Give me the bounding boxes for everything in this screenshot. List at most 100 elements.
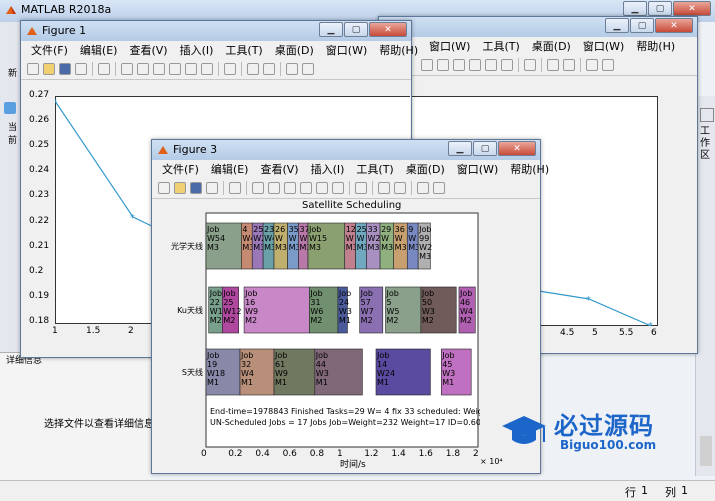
show-plot-tools-icon[interactable] [602,59,614,71]
figure-2-titlebar: ▁ ▢ ✕ [379,17,697,37]
rotate-icon[interactable] [300,182,312,194]
rotate-icon[interactable] [169,63,181,75]
status-bar: 行 1 列 1 [0,480,715,501]
pan-icon[interactable] [284,182,296,194]
menu-window[interactable]: 窗口(W) [320,42,373,58]
figure-3-menubar: 文件(F) 编辑(E) 查看(V) 插入(I) 工具(T) 桌面(D) 窗口(W… [152,160,549,178]
menu-help[interactable]: 帮助(H) [504,161,555,177]
minimize-button[interactable]: ▁ [623,1,647,16]
brush-icon[interactable] [332,182,344,194]
workspace-icon[interactable] [700,108,714,122]
menu-help[interactable]: 帮助(H) [630,38,681,54]
minimize-button[interactable]: ▁ [605,18,629,33]
colorbar-icon[interactable] [547,59,559,71]
close-button[interactable]: ✕ [498,141,536,156]
menu-window[interactable]: 窗口(W) [423,38,476,54]
data-cursor-icon[interactable] [316,182,328,194]
zoom-out-icon[interactable] [268,182,280,194]
menu-help[interactable]: 帮助(H) [373,42,424,58]
workspace-label: 工作区 [700,126,710,161]
menu-tools[interactable]: 工具(T) [476,38,525,54]
menu-edit[interactable]: 编辑(E) [74,42,124,58]
print-icon[interactable] [75,63,87,75]
legend-icon[interactable] [263,63,275,75]
gantt-task-label: Job 61 W9 M1 [274,351,288,387]
maximize-button[interactable]: ▢ [473,141,497,156]
save-icon[interactable] [59,63,71,75]
right-scrollbar[interactable] [700,436,712,466]
menu-desktop[interactable]: 桌面(D) [400,161,451,177]
minimize-button[interactable]: ▁ [319,22,343,37]
menu-insert[interactable]: 插入(I) [305,161,351,177]
gantt-summary-line-2: UN-Scheduled Jobs = 17 Jobs Job=Weight=2… [210,418,480,427]
x-tick: 0.6 [282,449,297,459]
zoom-out-icon[interactable] [137,63,149,75]
colorbar-icon[interactable] [378,182,390,194]
brush-icon[interactable] [501,59,513,71]
hide-plot-tools-icon[interactable] [417,182,429,194]
link-icon[interactable] [355,182,367,194]
pan-icon[interactable] [453,59,465,71]
menu-window-2[interactable]: 窗口(W) [577,38,630,54]
menu-file[interactable]: 文件(F) [156,161,205,177]
show-plot-tools-icon[interactable] [433,182,445,194]
zoom-in-icon[interactable] [121,63,133,75]
hide-plot-tools-icon[interactable] [586,59,598,71]
y-tick: 0.18 [29,316,50,326]
legend-icon[interactable] [394,182,406,194]
data-cursor-icon[interactable] [185,63,197,75]
menu-file[interactable]: 文件(F) [25,42,74,58]
graduation-cap-icon [502,416,546,444]
y-tick: 0.24 [29,165,50,176]
rotate-icon[interactable] [469,59,481,71]
menu-tools[interactable]: 工具(T) [350,161,399,177]
zoom-in-icon[interactable] [421,59,433,71]
colorbar-icon[interactable] [247,63,259,75]
figure-1-title: Figure 1 [42,24,87,37]
gantt-task-label: Job 44 W3 M1 [315,351,329,387]
new-figure-icon[interactable] [158,182,170,194]
brush-icon[interactable] [201,63,213,75]
menu-window[interactable]: 窗口(W) [451,161,504,177]
maximize-button[interactable]: ▢ [630,18,654,33]
back-arrow-icon[interactable] [4,102,16,114]
status-col-label: 列 [665,486,676,499]
close-button[interactable]: ✕ [369,22,407,37]
y-tick: 0.23 [29,190,50,201]
maximize-button[interactable]: ▢ [344,22,368,37]
zoom-in-icon[interactable] [252,182,264,194]
pointer-icon[interactable] [229,182,241,194]
new-figure-icon[interactable] [27,63,39,75]
open-icon[interactable] [174,182,186,194]
x-tick: 1.4 [391,449,406,459]
link-icon[interactable] [224,63,236,75]
close-button[interactable]: ✕ [673,1,711,16]
print-icon[interactable] [206,182,218,194]
y-tick: 0.2 [29,265,44,276]
data-cursor-icon[interactable] [485,59,497,71]
menu-desktop[interactable]: 桌面(D) [269,42,320,58]
menu-view[interactable]: 查看(V) [254,161,304,177]
close-button[interactable]: ✕ [655,18,693,33]
menu-edit[interactable]: 编辑(E) [205,161,255,177]
show-plot-tools-icon[interactable] [302,63,314,75]
menu-view[interactable]: 查看(V) [123,42,173,58]
menu-insert[interactable]: 插入(I) [174,42,220,58]
hide-plot-tools-icon[interactable] [286,63,298,75]
open-icon[interactable] [43,63,55,75]
link-icon[interactable] [524,59,536,71]
maximize-button[interactable]: ▢ [648,1,672,16]
x-tick: 1 [52,326,58,336]
minimize-button[interactable]: ▁ [448,141,472,156]
zoom-out-icon[interactable] [437,59,449,71]
legend-icon[interactable] [563,59,575,71]
menu-desktop[interactable]: 桌面(D) [526,38,577,54]
pan-icon[interactable] [153,63,165,75]
menu-tools[interactable]: 工具(T) [219,42,268,58]
save-icon[interactable] [190,182,202,194]
gantt-task-label: Job 22 W1 M2 [209,289,223,325]
gantt-task-label: Job 45 W3 M1 [441,351,455,387]
pointer-icon[interactable] [98,63,110,75]
figure-2-toolbar [379,55,697,76]
figure-1-point-marker: * [55,97,57,108]
